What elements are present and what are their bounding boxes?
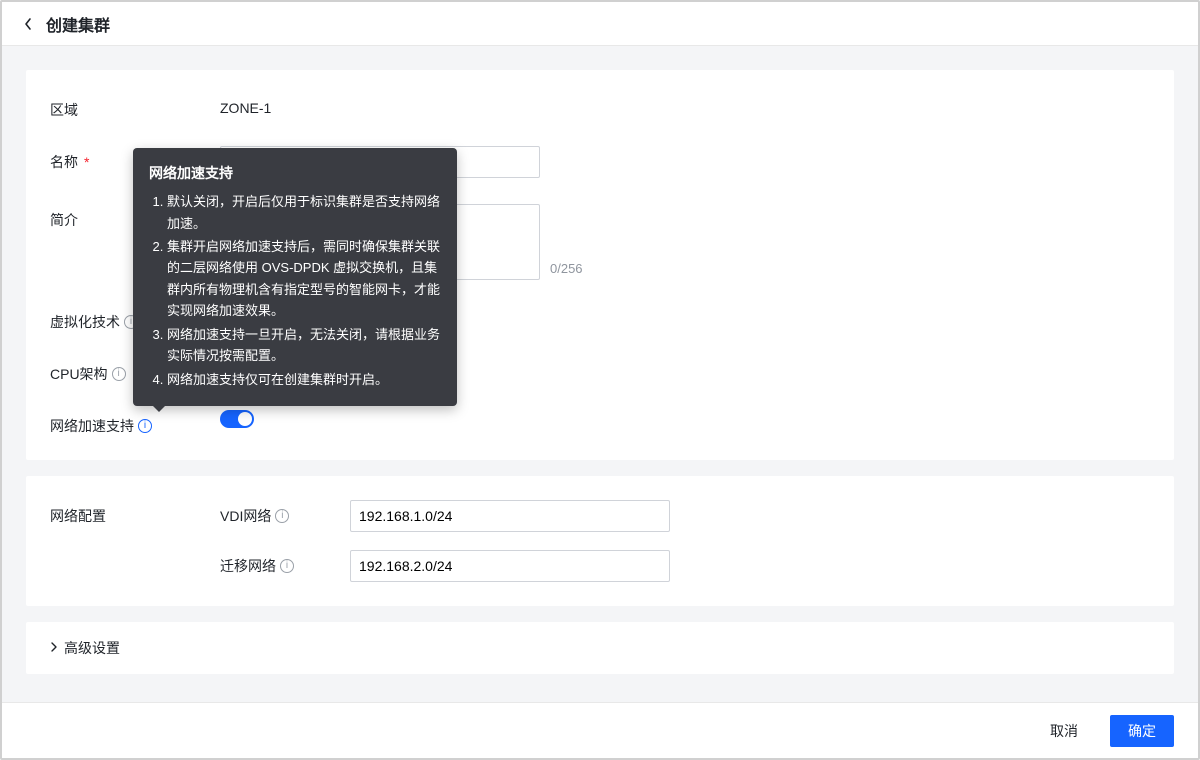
row-vdi-network: VDI网络 i <box>220 500 1150 532</box>
back-icon[interactable] <box>20 16 36 32</box>
info-icon[interactable]: i <box>112 367 126 381</box>
label-net-accel: 网络加速支持 i <box>50 410 220 436</box>
tooltip-item: 集群开启网络加速支持后，需同时确保集群关联的二层网络使用 OVS-DPDK 虚拟… <box>167 236 441 322</box>
footer-bar: 取消 确定 <box>2 702 1198 758</box>
info-icon[interactable]: i <box>138 419 152 433</box>
advanced-toggle[interactable]: 高级设置 <box>50 638 1150 658</box>
advanced-settings-card: 高级设置 <box>26 622 1174 674</box>
label-vdi-network: VDI网络 i <box>220 506 350 526</box>
desc-char-count: 0/256 <box>550 261 583 276</box>
row-migrate-network: 迁移网络 i <box>220 550 1150 582</box>
info-icon[interactable]: i <box>280 559 294 573</box>
confirm-button[interactable]: 确定 <box>1110 715 1174 747</box>
tooltip-arrow-icon <box>153 406 165 412</box>
required-marker: * <box>84 154 89 170</box>
info-icon[interactable]: i <box>275 509 289 523</box>
row-zone: 区域 ZONE-1 <box>50 94 1150 120</box>
net-accel-toggle[interactable] <box>220 410 254 428</box>
tooltip-list: 默认关闭，开启后仅用于标识集群是否支持网络加速。 集群开启网络加速支持后，需同时… <box>149 191 441 390</box>
page-title: 创建集群 <box>46 12 110 36</box>
toggle-knob <box>238 412 252 426</box>
label-migrate-network: 迁移网络 i <box>220 556 350 576</box>
cancel-button[interactable]: 取消 <box>1032 715 1096 747</box>
network-settings-card: 网络配置 VDI网络 i 迁移网络 i <box>26 476 1174 606</box>
tooltip-item: 网络加速支持仅可在创建集群时开启。 <box>167 369 441 390</box>
label-network-config: 网络配置 <box>50 500 220 526</box>
label-zone: 区域 <box>50 94 220 120</box>
tooltip-item: 默认关闭，开启后仅用于标识集群是否支持网络加速。 <box>167 191 441 234</box>
value-zone: ZONE-1 <box>220 94 1150 116</box>
page-header: 创建集群 <box>2 2 1198 46</box>
migrate-network-input[interactable] <box>350 550 670 582</box>
net-accel-tooltip: 网络加速支持 默认关闭，开启后仅用于标识集群是否支持网络加速。 集群开启网络加速… <box>133 148 457 406</box>
chevron-right-icon <box>50 641 58 655</box>
tooltip-title: 网络加速支持 <box>149 162 441 185</box>
tooltip-item: 网络加速支持一旦开启，无法关闭，请根据业务实际情况按需配置。 <box>167 324 441 367</box>
row-net-accel: 网络加速支持 i <box>50 410 1150 436</box>
advanced-label: 高级设置 <box>64 638 120 658</box>
vdi-network-input[interactable] <box>350 500 670 532</box>
